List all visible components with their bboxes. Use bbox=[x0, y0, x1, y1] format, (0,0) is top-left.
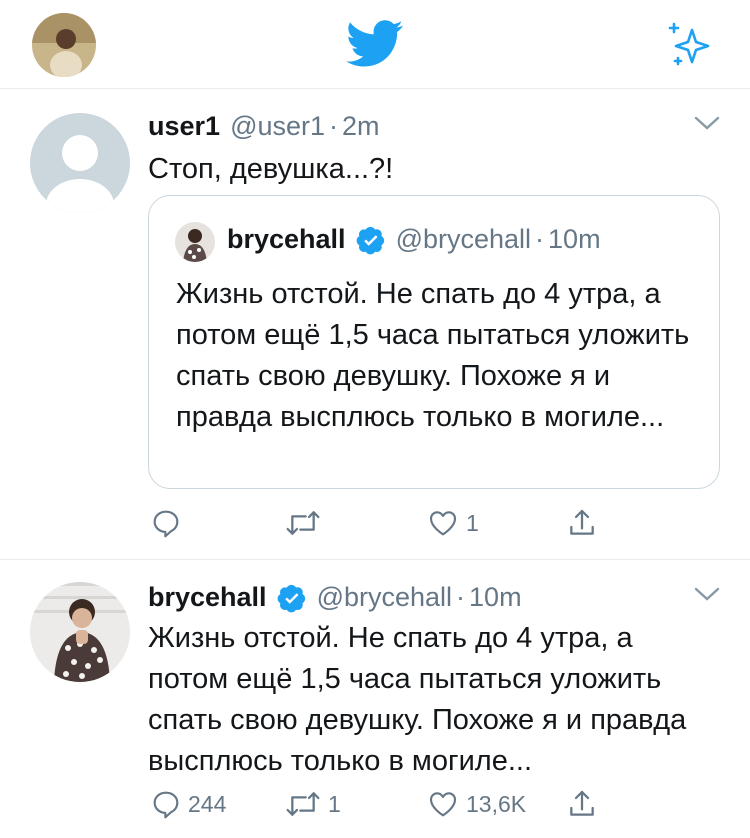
author-handle[interactable]: @brycehall bbox=[317, 582, 452, 613]
share-button[interactable] bbox=[566, 788, 598, 820]
author-name[interactable]: user1 bbox=[148, 111, 220, 142]
quote-timestamp: 10m bbox=[548, 224, 601, 254]
separator-dot: · bbox=[535, 224, 545, 254]
avatar[interactable] bbox=[30, 113, 130, 213]
retweet-button[interactable] bbox=[284, 507, 328, 539]
avatar[interactable] bbox=[30, 582, 130, 682]
tweet-text: Жизнь отстой. Не спать до 4 утра, а пото… bbox=[148, 622, 687, 777]
reply-button[interactable] bbox=[150, 507, 188, 539]
reply-count: 244 bbox=[188, 790, 227, 817]
timestamp[interactable]: 2m bbox=[342, 111, 380, 142]
retweet-button[interactable]: 1 bbox=[284, 788, 341, 820]
tweet-actions: 1 bbox=[150, 507, 610, 543]
like-count: 13,6K bbox=[466, 790, 527, 817]
quote-header: brycehall @brycehall · 10m bbox=[227, 224, 601, 255]
reply-icon bbox=[150, 788, 182, 820]
share-icon bbox=[566, 507, 598, 539]
twitter-bird-icon[interactable] bbox=[346, 20, 404, 68]
quoted-tweet[interactable]: brycehall @brycehall · 10m Жизнь отстой.… bbox=[148, 195, 720, 489]
chevron-down-icon[interactable] bbox=[694, 586, 720, 602]
tweet[interactable]: brycehall @brycehall · 10m Жизнь отстой.… bbox=[0, 560, 750, 838]
verified-badge-icon bbox=[277, 583, 307, 613]
sparkle-icon[interactable] bbox=[664, 18, 716, 70]
quote-avatar bbox=[175, 222, 215, 262]
retweet-icon bbox=[284, 788, 322, 820]
like-button[interactable]: 1 bbox=[426, 507, 479, 539]
quote-text: Жизнь отстой. Не спать до 4 утра, а пото… bbox=[176, 278, 690, 433]
share-button[interactable] bbox=[566, 507, 598, 539]
quote-author-handle: @brycehall bbox=[395, 224, 532, 254]
reply-icon bbox=[150, 507, 182, 539]
reply-button[interactable]: 244 bbox=[150, 788, 226, 820]
share-icon bbox=[566, 788, 598, 820]
timestamp[interactable]: 10m bbox=[469, 582, 522, 613]
retweet-count: 1 bbox=[328, 790, 341, 817]
retweet-icon bbox=[284, 507, 322, 539]
tweet-header: user1 @user1 · 2m bbox=[148, 111, 380, 142]
profile-avatar[interactable] bbox=[32, 13, 96, 77]
separator-dot: · bbox=[329, 111, 339, 141]
verified-badge-icon bbox=[356, 225, 386, 255]
author-handle[interactable]: @user1 bbox=[230, 111, 325, 142]
top-bar bbox=[0, 0, 750, 89]
heart-icon bbox=[426, 507, 460, 539]
tweet-actions: 244 1 13,6K bbox=[150, 788, 610, 824]
tweet-text: Стоп, девушка...?! bbox=[148, 153, 394, 185]
heart-icon bbox=[426, 788, 460, 820]
separator-dot: · bbox=[456, 582, 466, 612]
tweet[interactable]: user1 @user1 · 2m Стоп, девушка...?! bry… bbox=[0, 89, 750, 560]
chevron-down-icon[interactable] bbox=[694, 115, 720, 131]
tweet-header: brycehall @brycehall · 10m bbox=[148, 582, 522, 613]
author-name[interactable]: brycehall bbox=[148, 582, 267, 613]
quote-author-name: brycehall bbox=[227, 224, 346, 254]
like-count: 1 bbox=[466, 509, 479, 536]
like-button[interactable]: 13,6K bbox=[426, 788, 526, 820]
